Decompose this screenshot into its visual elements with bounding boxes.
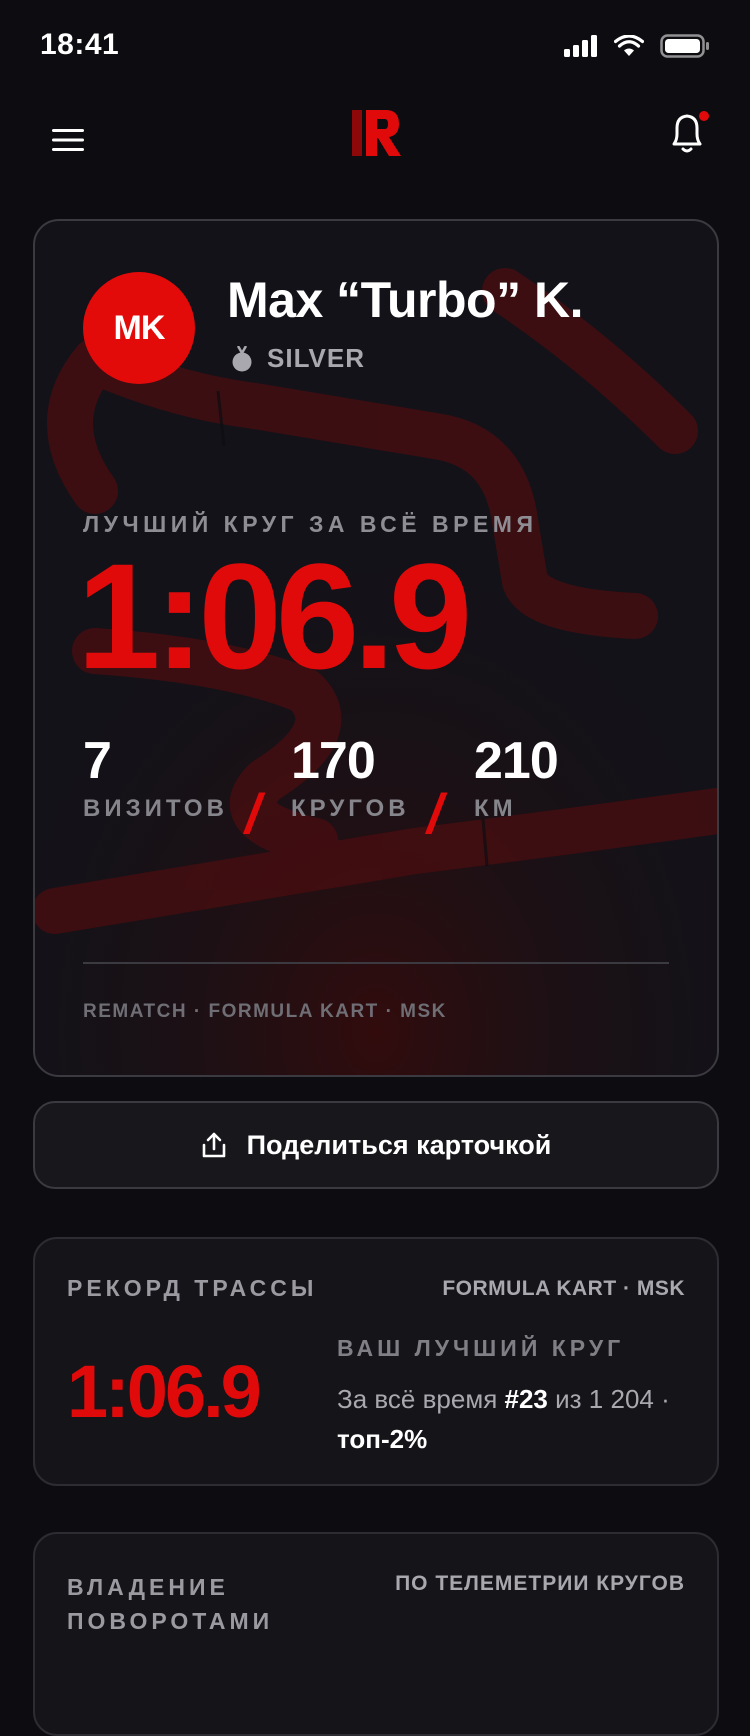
record-time: 1:06.9: [67, 1350, 262, 1433]
wifi-icon: [614, 35, 644, 56]
rank-value: #23: [504, 1384, 548, 1414]
status-bar: 18:41: [0, 0, 750, 96]
share-label: Поделиться карточкой: [246, 1129, 552, 1160]
status-icons: [564, 34, 710, 58]
stat-value: 7: [83, 732, 112, 790]
record-sub-label: ВАШ ЛУЧШИЙ КРУГ: [337, 1335, 625, 1361]
menu-icon: [52, 129, 84, 151]
signal-icon: [564, 35, 597, 57]
rank-prefix: За всё время: [337, 1384, 505, 1414]
rank-percentile: топ-2%: [337, 1424, 428, 1454]
stat-km: 210 КМ: [474, 732, 559, 823]
best-lap-time: 1:06.9: [77, 532, 472, 700]
corner-title: ВЛАДЕНИЕ ПОВОРОТАМИ: [67, 1574, 274, 1634]
profile-card: MK Max “Turbo” K. SILVER ЛУЧШИЙ КРУГ ЗА …: [33, 219, 719, 1077]
corner-mastery-card: ВЛАДЕНИЕ ПОВОРОТАМИ ПО ТЕЛЕМЕТРИИ КРУГОВ: [33, 1532, 719, 1736]
battery-icon: [660, 34, 709, 58]
avatar: MK: [83, 272, 195, 384]
stat-label: ВИЗИТОВ: [83, 795, 228, 822]
notifications-button[interactable]: [662, 106, 714, 162]
stat-value: 170: [291, 732, 376, 790]
record-rank-text: За всё время #23 из 1 204 · топ-2%: [337, 1379, 677, 1459]
stat-label: КРУГОВ: [291, 795, 410, 822]
stat-separator: /: [427, 782, 443, 845]
stat-visits: 7 ВИЗИТОВ: [83, 735, 228, 823]
stat-value: 210: [474, 732, 559, 790]
stat-label: КМ: [474, 795, 517, 822]
stat-laps: 170 КРУГОВ: [291, 735, 410, 823]
player-name: Max “Turbo” K.: [227, 272, 583, 328]
record-track: FORMULA KART · MSK: [442, 1277, 685, 1300]
bell-icon: [672, 111, 709, 153]
card-divider: [83, 962, 669, 964]
rematch-logo-icon[interactable]: [350, 104, 402, 164]
unread-dot: [699, 111, 709, 121]
stat-separator: /: [245, 782, 261, 845]
record-title: РЕКОРД ТРАССЫ: [67, 1275, 318, 1301]
share-card-button[interactable]: Поделиться карточкой: [33, 1101, 719, 1189]
tier-badge: SILVER: [231, 343, 365, 374]
share-icon: [202, 1132, 225, 1158]
status-time: 18:41: [40, 28, 120, 61]
card-footer: REMATCH · FORMULA KART · MSK: [83, 1001, 447, 1022]
rank-middle: из 1 204 ·: [547, 1384, 670, 1414]
corner-subtitle: ПО ТЕЛЕМЕТРИИ КРУГОВ: [395, 1572, 685, 1595]
tier-label: SILVER: [267, 343, 365, 373]
menu-button[interactable]: [44, 116, 92, 164]
track-record-card: РЕКОРД ТРАССЫ FORMULA KART · MSK 1:06.9 …: [33, 1237, 719, 1486]
medal-icon: [232, 345, 252, 371]
app-header: [0, 96, 750, 192]
